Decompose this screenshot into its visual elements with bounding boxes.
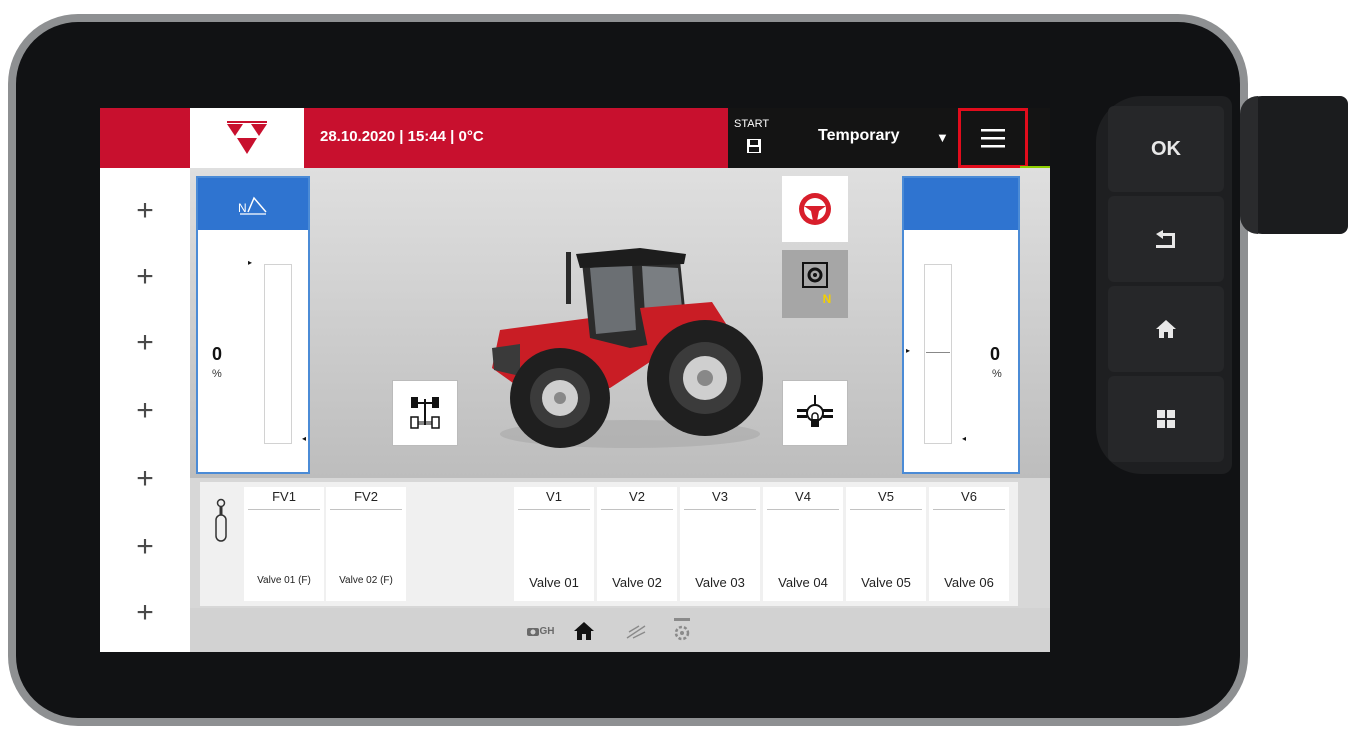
add-shortcut-button-1[interactable]: + — [100, 186, 190, 236]
display-screen: 28.10.2020 | 15:44 | 0°C START Temporary… — [100, 108, 1050, 652]
valve-tile-v3[interactable]: V3 Valve 03 — [680, 487, 760, 601]
divider — [767, 509, 839, 510]
tractor-image — [492, 248, 763, 448]
valve-name: Valve 05 — [861, 575, 911, 590]
add-shortcut-button-5[interactable]: + — [100, 454, 190, 504]
apps-button[interactable] — [1108, 376, 1224, 462]
gearbox-icon — [802, 262, 828, 288]
rear-hitch-gauge[interactable]: ▸ ◂ 0 % — [902, 176, 1020, 474]
svg-text:N: N — [238, 201, 247, 215]
gauge-mid-line — [926, 352, 950, 353]
gauge-header — [904, 178, 1018, 230]
valve-tile-v4[interactable]: V4 Valve 04 — [763, 487, 843, 601]
differential-lock-icon — [797, 395, 833, 427]
valve-name: Valve 06 — [944, 575, 994, 590]
divider — [850, 509, 922, 510]
home-hard-button[interactable] — [1108, 286, 1224, 372]
valve-label: FV1 — [272, 489, 296, 504]
divider — [330, 509, 402, 510]
valve-name: Valve 01 — [529, 575, 579, 590]
valve-name: Valve 04 — [778, 575, 828, 590]
gauge-unit: % — [212, 368, 222, 380]
triple-triangle-logo-icon — [227, 121, 267, 154]
divider — [684, 509, 756, 510]
camera-tab-label: GH — [539, 625, 555, 637]
apps-grid-icon — [1157, 410, 1175, 428]
settings-tab[interactable] — [666, 614, 698, 646]
lower-marker-icon: ◂ — [962, 434, 967, 443]
valve-label: V3 — [712, 489, 728, 504]
shortcut-column: + + + + + + + — [100, 168, 190, 652]
valve-tile-v5[interactable]: V5 Valve 05 — [846, 487, 926, 601]
valve-tile-v6[interactable]: V6 Valve 06 — [929, 487, 1009, 601]
valve-label: V6 — [961, 489, 977, 504]
valve-label: V5 — [878, 489, 894, 504]
front-hitch-gauge[interactable]: N ▸ ◂ 0 % — [196, 176, 310, 474]
steering-wheel-icon — [799, 193, 831, 225]
add-shortcut-button-7[interactable]: + — [100, 588, 190, 638]
implement-icon — [626, 625, 646, 639]
add-shortcut-button-3[interactable]: + — [100, 318, 190, 368]
ok-button[interactable]: OK — [1108, 106, 1224, 192]
rotary-knob-edge — [1240, 96, 1258, 234]
mid-marker-icon: ▸ — [906, 346, 911, 355]
gauge-value: 0 — [212, 344, 223, 364]
valve-tile-fv2[interactable]: FV2 Valve 02 (F) — [326, 487, 406, 601]
profile-selector[interactable]: Temporary — [818, 127, 900, 145]
home-icon — [1156, 320, 1176, 338]
add-shortcut-button-2[interactable]: + — [100, 252, 190, 302]
settings-icon — [674, 618, 690, 641]
transmission-status[interactable]: N — [782, 250, 848, 318]
valve-tile-v2[interactable]: V2 Valve 02 — [597, 487, 677, 601]
valve-name: Valve 03 — [695, 575, 745, 590]
hitch-position-icon: N — [238, 196, 267, 215]
valve-label: V2 — [629, 489, 645, 504]
menu-button[interactable] — [958, 108, 1028, 168]
save-icon — [747, 139, 761, 153]
upper-marker-icon: ▸ — [248, 258, 253, 267]
gauge-header: N — [198, 178, 308, 230]
four-wheel-drive-button[interactable] — [392, 380, 458, 446]
back-button[interactable] — [1108, 196, 1224, 282]
gear-indicator: N — [822, 292, 832, 306]
steering-button[interactable] — [782, 176, 848, 242]
divider — [248, 509, 320, 510]
implement-tab[interactable] — [620, 616, 652, 646]
home-tab[interactable] — [568, 616, 600, 646]
camera-icon — [526, 628, 539, 636]
diff-lock-button[interactable] — [782, 380, 848, 446]
valve-label: FV2 — [354, 489, 378, 504]
start-record-button[interactable]: START — [730, 114, 770, 164]
divider — [933, 509, 1005, 510]
hamburger-menu-icon — [981, 129, 1005, 148]
valve-tile-fv1[interactable]: FV1 Valve 01 (F) — [244, 487, 324, 601]
gauge-unit: % — [992, 368, 1002, 380]
divider — [518, 509, 590, 510]
hydraulic-cylinder-icon — [215, 498, 227, 542]
date-time-temperature: 28.10.2020 | 15:44 | 0°C — [320, 128, 484, 145]
ok-button-label: OK — [1151, 137, 1181, 160]
home-icon — [574, 622, 594, 640]
brand-logo — [190, 108, 304, 168]
divider — [601, 509, 673, 510]
lower-marker-icon: ◂ — [302, 434, 307, 443]
gauge-bar — [264, 264, 292, 444]
gauge-bar — [924, 264, 952, 444]
valve-name: Valve 02 (F) — [339, 575, 393, 586]
valve-panel: FV1 Valve 01 (F) FV2 Valve 02 (F) V1 Val… — [200, 482, 1018, 606]
valve-name: Valve 02 — [612, 575, 662, 590]
start-label: START — [734, 118, 770, 130]
bottom-navigation: GH — [190, 608, 1050, 652]
add-shortcut-button-6[interactable]: + — [100, 522, 190, 572]
chevron-down-icon[interactable]: ▼ — [936, 130, 949, 145]
add-shortcut-button-4[interactable]: + — [100, 386, 190, 436]
valve-name: Valve 01 (F) — [257, 575, 311, 586]
valve-label: V4 — [795, 489, 811, 504]
valve-tile-v1[interactable]: V1 Valve 01 — [514, 487, 594, 601]
camera-tab[interactable]: GH — [520, 618, 560, 644]
four-wheel-drive-icon — [410, 397, 440, 429]
valve-label: V1 — [546, 489, 562, 504]
gauge-value: 0 — [990, 344, 1001, 364]
back-icon — [1156, 230, 1175, 248]
